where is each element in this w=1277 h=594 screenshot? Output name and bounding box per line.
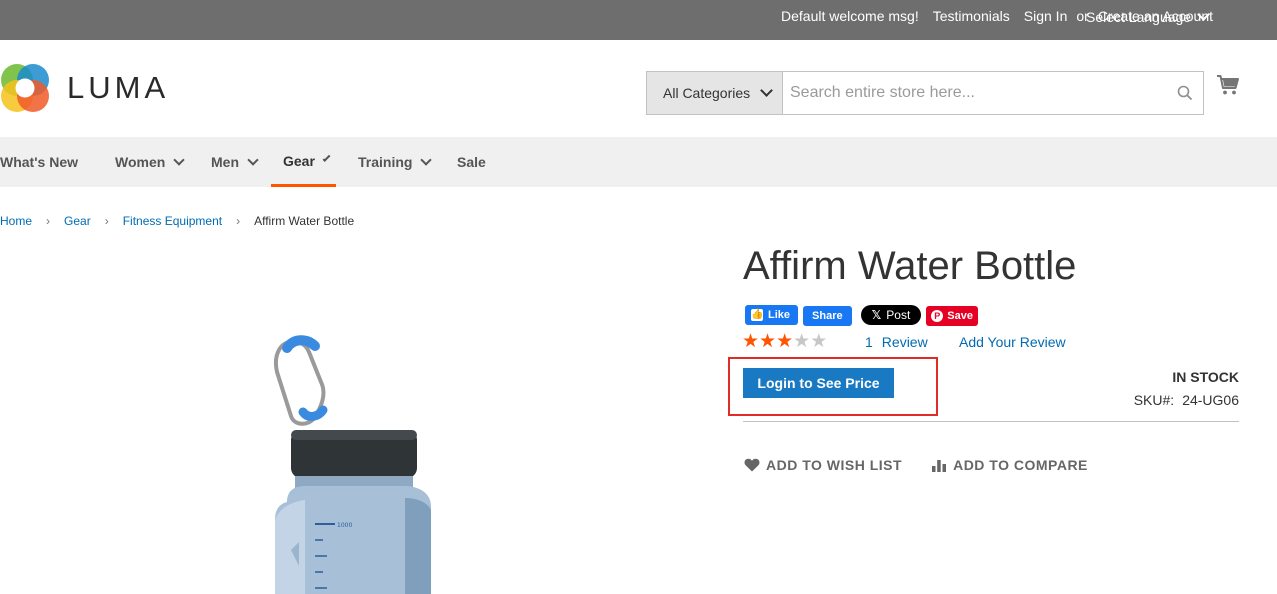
chevron-right-icon: › [46, 214, 51, 228]
breadcrumb: Home › Gear › Fitness Equipment › Affirm… [0, 214, 354, 228]
x-post-button[interactable]: 𝕏 Post [860, 305, 922, 325]
breadcrumb-home[interactable]: Home [0, 214, 32, 228]
login-to-see-price-button[interactable]: Login to See Price [743, 368, 894, 398]
chevron-down-icon [173, 153, 185, 166]
wishlist-label: ADD TO WISH LIST [766, 457, 903, 473]
review-count: 1 [865, 334, 873, 350]
star-icon: ★ [759, 331, 777, 352]
add-to-compare-link[interactable]: ADD TO COMPARE [931, 457, 1088, 473]
like-label: Like [768, 309, 791, 321]
welcome-message: Default welcome msg! [781, 8, 919, 24]
social-share: 👍 Like Share 𝕏 Post P Save [745, 304, 978, 326]
chevron-right-icon: › [104, 214, 109, 228]
search-button[interactable] [1167, 72, 1203, 114]
nav-item-training[interactable]: Training [358, 137, 433, 187]
nav-item-label: Sale [457, 154, 486, 170]
search-input[interactable] [783, 72, 1167, 114]
divider [743, 421, 1239, 422]
add-to-wishlist-link[interactable]: ADD TO WISH LIST [744, 457, 902, 473]
product-actions: ADD TO WISH LIST ADD TO COMPARE [744, 457, 1088, 473]
pinterest-icon: P [931, 310, 944, 322]
chevron-down-icon [1197, 8, 1210, 21]
sku-label: SKU#: [1133, 392, 1175, 408]
reviews-link[interactable]: 1 Review [865, 334, 928, 350]
cart-icon [1217, 75, 1239, 95]
save-label: Save [947, 310, 973, 322]
star-icon: ★ [742, 331, 760, 352]
logo-wordmark: LUMA [67, 70, 170, 105]
language-switcher[interactable]: Select Language [1086, 8, 1210, 25]
pinterest-save-button[interactable]: P Save [926, 306, 978, 326]
chevron-right-icon: › [236, 214, 241, 228]
chevron-down-icon [420, 153, 433, 166]
stock-status: IN STOCK [1172, 369, 1239, 385]
add-review-link[interactable]: Add Your Review [959, 334, 1066, 350]
sign-in-link[interactable]: Sign In [1024, 8, 1068, 24]
share-label: Share [812, 310, 843, 322]
product-title: Affirm Water Bottle [743, 244, 1077, 288]
main-navigation: What's New Women Men Gear Training Sale [0, 137, 1277, 187]
search-bar: All Categories [646, 71, 1204, 115]
sku-value: 24-UG06 [1182, 392, 1239, 408]
water-bottle-image: 1000 [274, 335, 431, 594]
svg-text:1000: 1000 [337, 522, 352, 529]
chevron-down-icon [760, 84, 774, 97]
product-rating: ★ ★ ★ ★ ★ [742, 332, 827, 352]
chevron-down-icon [322, 154, 331, 162]
breadcrumb-fitness-equipment[interactable]: Fitness Equipment [123, 214, 222, 228]
compare-label: ADD TO COMPARE [953, 457, 1088, 473]
rating-stars: ★ ★ ★ ★ ★ [742, 332, 827, 352]
nav-item-label: What's New [0, 154, 79, 170]
nav-item-men[interactable]: Men [211, 137, 259, 187]
post-label: Post [886, 308, 911, 322]
language-label: Select Language [1086, 9, 1192, 25]
breadcrumb-gear[interactable]: Gear [64, 214, 91, 228]
luma-logo-icon [1, 64, 49, 112]
category-select[interactable]: All Categories [647, 72, 783, 114]
star-icon: ★ [810, 331, 828, 352]
nav-item-label: Men [211, 154, 239, 170]
search-icon [1177, 85, 1193, 101]
nav-item-women[interactable]: Women [115, 137, 185, 187]
x-icon: 𝕏 [871, 308, 882, 322]
nav-item-sale[interactable]: Sale [457, 137, 486, 187]
category-select-value: All Categories [663, 85, 751, 101]
thumbs-up-icon: 👍 [751, 309, 764, 321]
testimonials-link[interactable]: Testimonials [933, 8, 1010, 24]
facebook-share-button[interactable]: Share [803, 306, 852, 326]
breadcrumb-current: Affirm Water Bottle [254, 214, 355, 228]
store-logo[interactable]: LUMA [0, 62, 169, 114]
top-bar: Default welcome msg! Testimonials Sign I… [0, 0, 1277, 40]
product-sku: SKU#: 24-UG06 [1134, 392, 1239, 408]
nav-item-whats-new[interactable]: What's New [0, 137, 78, 187]
minicart-button[interactable] [1216, 74, 1240, 101]
product-image[interactable]: 1000 [265, 330, 445, 594]
nav-item-gear[interactable]: Gear [271, 137, 336, 187]
star-icon: ★ [793, 331, 811, 352]
nav-item-label: Women [115, 154, 166, 170]
star-icon: ★ [776, 331, 794, 352]
compare-icon [932, 460, 947, 472]
nav-item-label: Gear [283, 152, 315, 169]
nav-item-label: Training [358, 154, 413, 170]
facebook-like-button[interactable]: 👍 Like [745, 305, 799, 325]
chevron-down-icon [247, 153, 259, 166]
review-label: Review [881, 334, 928, 350]
heart-icon [744, 458, 760, 472]
